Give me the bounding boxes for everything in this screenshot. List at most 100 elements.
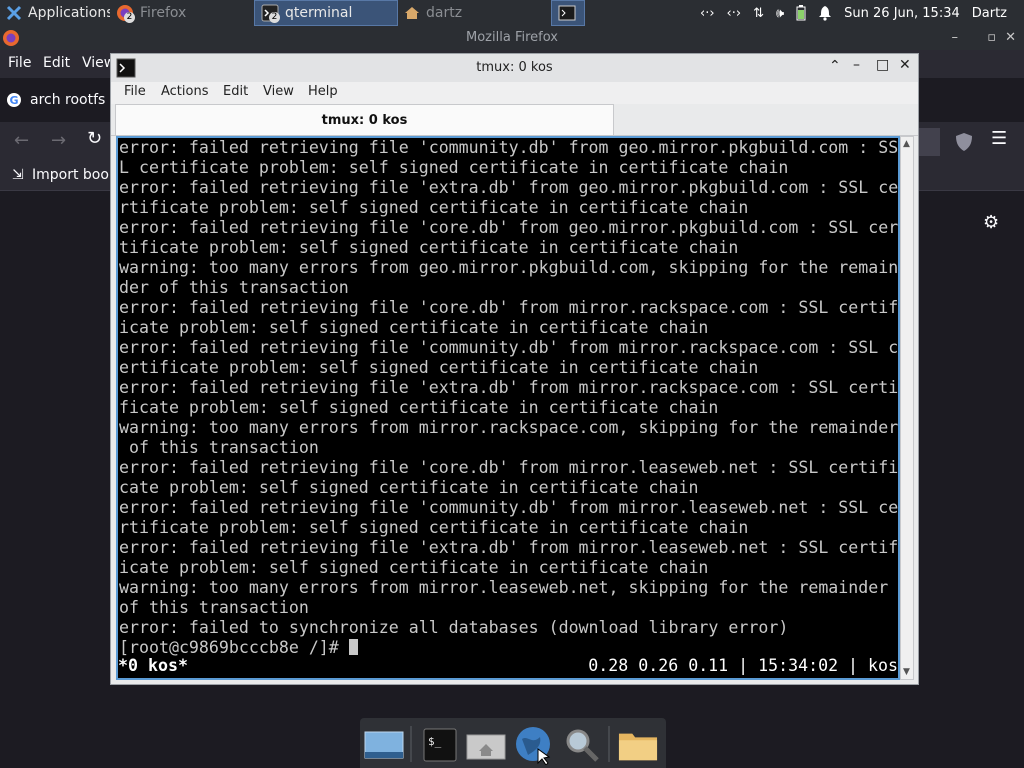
volume-icon[interactable]: 🕪 xyxy=(776,6,784,21)
window-count-badge: 2 xyxy=(269,12,280,23)
window-count-badge: 2 xyxy=(124,12,135,23)
show-desktop-icon[interactable] xyxy=(364,725,404,765)
minimize-icon[interactable]: – xyxy=(853,57,860,73)
top-panel: Applications 2 Firefox 2 qterminal dartz… xyxy=(0,0,1024,26)
maximize-icon[interactable]: □ xyxy=(876,57,889,73)
terminal-line: warning: too many errors from mirror.rac… xyxy=(119,418,899,437)
menu-view[interactable]: View xyxy=(263,84,294,99)
terminal-line: error: failed retrieving file 'extra.db'… xyxy=(119,378,899,397)
battery-icon[interactable] xyxy=(796,5,806,21)
taskbar-item-dartz[interactable]: dartz xyxy=(398,0,544,26)
taskbar-label: dartz xyxy=(426,5,463,21)
menu-edit[interactable]: Edit xyxy=(43,55,70,71)
tab-label: arch rootfs xyxy=(30,92,106,108)
terminal-line: icate problem: self signed certificate i… xyxy=(119,318,709,337)
terminal-line: warning: too many errors from mirror.lea… xyxy=(119,578,889,597)
terminal-icon: 2 xyxy=(261,4,280,23)
tmux-status-line: *0 kos* 0.28 0.26 0.11 | 15:34:02 | kos xyxy=(118,656,898,676)
file-manager-icon[interactable] xyxy=(466,725,506,765)
terminal-line: error: failed retrieving file 'extra.db'… xyxy=(119,538,899,557)
transfer-arrows-icon[interactable]: ⇅ xyxy=(753,6,764,21)
maximize-icon[interactable]: ▫ xyxy=(987,26,996,50)
xfce-logo-icon xyxy=(6,5,22,21)
terminal-scrollbar[interactable]: ▲ ▼ xyxy=(900,136,914,680)
menu-actions[interactable]: Actions xyxy=(161,84,209,99)
import-bookmarks-link[interactable]: Import book xyxy=(32,167,117,183)
scroll-down-arrow-icon[interactable]: ▼ xyxy=(903,667,910,677)
dock-separator xyxy=(608,726,610,762)
shell-prompt[interactable]: [root@c9869bcccb8e /]# xyxy=(119,638,898,658)
network-icon[interactable]: ‹·› xyxy=(700,6,715,21)
tmux-status-right: 0.28 0.26 0.11 | 15:34:02 | kos xyxy=(588,656,898,675)
forward-icon[interactable]: → xyxy=(51,130,66,151)
terminal-line: error: failed retrieving file 'community… xyxy=(119,498,899,517)
scroll-up-arrow-icon[interactable]: ▲ xyxy=(903,139,910,149)
home-folder-icon xyxy=(404,5,420,21)
dock-separator xyxy=(410,726,412,762)
terminal-line: ficate problem: self signed certificate … xyxy=(119,398,719,417)
menu-edit[interactable]: Edit xyxy=(223,84,248,99)
qterminal-titlebar: tmux: 0 kos ⌃ – □ ✕ xyxy=(111,54,918,82)
shade-up-icon[interactable]: ⌃ xyxy=(829,58,841,74)
terminal-mini-icon xyxy=(558,5,576,21)
terminal-line: error: failed retrieving file 'core.db' … xyxy=(119,218,899,237)
terminal-line: L certificate problem: self signed certi… xyxy=(119,158,789,177)
qterminal-window: tmux: 0 kos ⌃ – □ ✕ File Actions Edit Vi… xyxy=(110,53,919,685)
window-title: Mozilla Firefox xyxy=(466,30,558,45)
folder-icon[interactable] xyxy=(618,725,658,765)
workspace-switcher[interactable] xyxy=(551,0,585,26)
minimize-icon[interactable]: – xyxy=(952,26,959,50)
import-bookmarks-icon[interactable]: ⇲ xyxy=(12,167,24,183)
menu-file[interactable]: File xyxy=(124,84,146,99)
ublock-origin-icon[interactable] xyxy=(955,132,973,156)
firefox-titlebar: Mozilla Firefox – ▫ ✕ xyxy=(0,26,1024,50)
taskbar-label: qterminal xyxy=(285,5,353,21)
terminal-line: error: failed retrieving file 'core.db' … xyxy=(119,298,899,317)
terminal-line: rtificate problem: self signed certifica… xyxy=(119,518,749,537)
terminal-line: error: failed retrieving file 'core.db' … xyxy=(119,458,899,477)
taskbar-item-qterminal[interactable]: 2 qterminal xyxy=(254,0,398,26)
terminal-line: ertificate problem: self signed certific… xyxy=(119,358,759,377)
menu-help[interactable]: Help xyxy=(308,84,338,99)
svg-text:$_: $_ xyxy=(428,735,442,748)
taskbar-label: Firefox xyxy=(140,5,187,21)
taskbar-item-firefox[interactable]: 2 Firefox xyxy=(110,0,250,26)
system-tray: ‹·› ‹·› ⇅ 🕪 Sun 26 Jun, 15:34 Dartz xyxy=(700,0,1007,26)
search-magnifier-icon[interactable] xyxy=(562,725,602,765)
urlbar-end[interactable] xyxy=(918,128,940,156)
terminal-line: rtificate problem: self signed certifica… xyxy=(119,198,749,217)
terminal-line: error: failed retrieving file 'community… xyxy=(119,338,899,357)
reload-icon[interactable]: ↻ xyxy=(87,128,102,149)
menu-file[interactable]: File xyxy=(8,55,31,71)
firefox-icon: 2 xyxy=(116,4,135,23)
applications-label: Applications xyxy=(28,5,110,21)
close-icon[interactable]: ✕ xyxy=(1005,26,1016,50)
terminal-line: error: failed retrieving file 'extra.db'… xyxy=(119,178,899,197)
terminal-line: error: failed to synchronize all databas… xyxy=(119,618,789,637)
svg-text:G: G xyxy=(9,94,18,107)
google-icon: G xyxy=(6,92,22,108)
window-title: tmux: 0 kos xyxy=(476,60,553,75)
qterminal-menubar: File Actions Edit View Help xyxy=(111,82,918,104)
terminal-view[interactable]: error: failed retrieving file 'community… xyxy=(116,136,900,680)
applications-menu-button[interactable]: Applications xyxy=(0,0,110,26)
terminal-line: cate problem: self signed certificate in… xyxy=(119,478,699,497)
terminal-line: tificate problem: self signed certificat… xyxy=(119,238,739,257)
user-menu[interactable]: Dartz xyxy=(972,6,1007,21)
network-icon[interactable]: ‹·› xyxy=(727,6,742,21)
text-cursor xyxy=(348,639,358,655)
notification-bell-icon[interactable] xyxy=(818,5,832,21)
qterminal-tabbar: tmux: 0 kos xyxy=(111,104,918,136)
back-icon[interactable]: ← xyxy=(14,130,29,151)
hamburger-menu-icon[interactable]: ☰ xyxy=(991,128,1007,149)
terminal-line: der of this transaction xyxy=(119,278,349,297)
settings-gear-icon[interactable]: ⚙ xyxy=(983,212,999,233)
web-browser-icon[interactable] xyxy=(514,725,554,765)
tab-arch-rootfs[interactable]: G arch rootfs xyxy=(6,86,110,114)
close-icon[interactable]: ✕ xyxy=(899,57,911,73)
terminal-launcher-icon[interactable]: $_ xyxy=(420,725,460,765)
terminal-output: error: failed retrieving file 'community… xyxy=(119,138,898,658)
clock[interactable]: Sun 26 Jun, 15:34 xyxy=(844,6,960,21)
dock: $_ xyxy=(360,718,666,768)
tab-tmux-0-kos[interactable]: tmux: 0 kos xyxy=(115,104,614,135)
